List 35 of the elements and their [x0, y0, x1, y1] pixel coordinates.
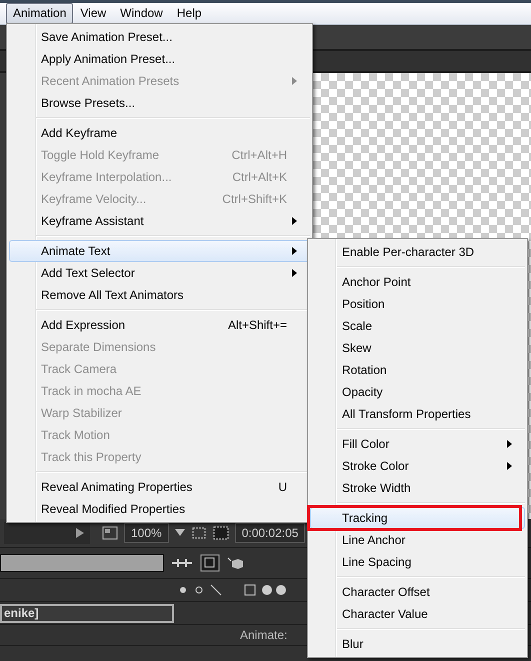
menu-item[interactable]: Fill Color [310, 433, 525, 455]
menu-item[interactable]: Blur [310, 633, 525, 655]
menu-item[interactable]: Reveal Modified Properties [9, 498, 310, 520]
menu-item[interactable]: Reveal Animating Properties U [9, 476, 310, 498]
menu-item[interactable]: Animate Text [9, 240, 310, 262]
menu-item[interactable]: Remove All Text Animators [9, 284, 310, 306]
menu-item[interactable]: Apply Animation Preset... [9, 48, 310, 70]
animate-label: Animate: [240, 628, 288, 642]
menu-item[interactable]: Stroke Color [310, 455, 525, 477]
menu-item[interactable]: Add Expression Alt+Shift+= [9, 314, 310, 336]
menu-item[interactable]: Opacity [310, 381, 525, 403]
timecode-field[interactable]: 0:00:02:05 [234, 523, 306, 543]
menu-bar-item[interactable]: View [73, 3, 114, 24]
menu-item[interactable]: All Transform Properties [310, 403, 525, 425]
menu-item[interactable]: Skew [310, 337, 525, 359]
zoom-dropdown[interactable]: 100% [124, 523, 169, 543]
menu-item[interactable]: Add Keyframe [9, 122, 310, 144]
menu-item[interactable]: Scale [310, 315, 525, 337]
menu-item[interactable]: Browse Presets... [9, 92, 310, 114]
menu-bar-item[interactable]: Window [113, 3, 170, 24]
menu-item[interactable]: Keyframe Assistant [9, 210, 310, 232]
menu-item[interactable]: Enable Per-character 3D [310, 241, 525, 263]
menu-item[interactable]: Line Spacing [310, 551, 525, 573]
menu-bar-item[interactable]: Help [170, 3, 209, 24]
menu-item[interactable]: Line Anchor [310, 529, 525, 551]
layer-name-field[interactable]: enike] [0, 604, 174, 622]
menu-item[interactable]: Stroke Width [310, 477, 525, 499]
menu-bar-item[interactable]: Animation [6, 3, 74, 24]
menu-item[interactable]: Character Offset [310, 581, 525, 603]
menu-item[interactable]: Tracking [310, 507, 525, 529]
menu-item[interactable]: Anchor Point [310, 271, 525, 293]
menu-item[interactable]: Position [310, 293, 525, 315]
menu-item[interactable]: Rotation [310, 359, 525, 381]
menu-item[interactable]: Add Text Selector [9, 262, 310, 284]
menu-item[interactable]: Character Value [310, 603, 525, 625]
